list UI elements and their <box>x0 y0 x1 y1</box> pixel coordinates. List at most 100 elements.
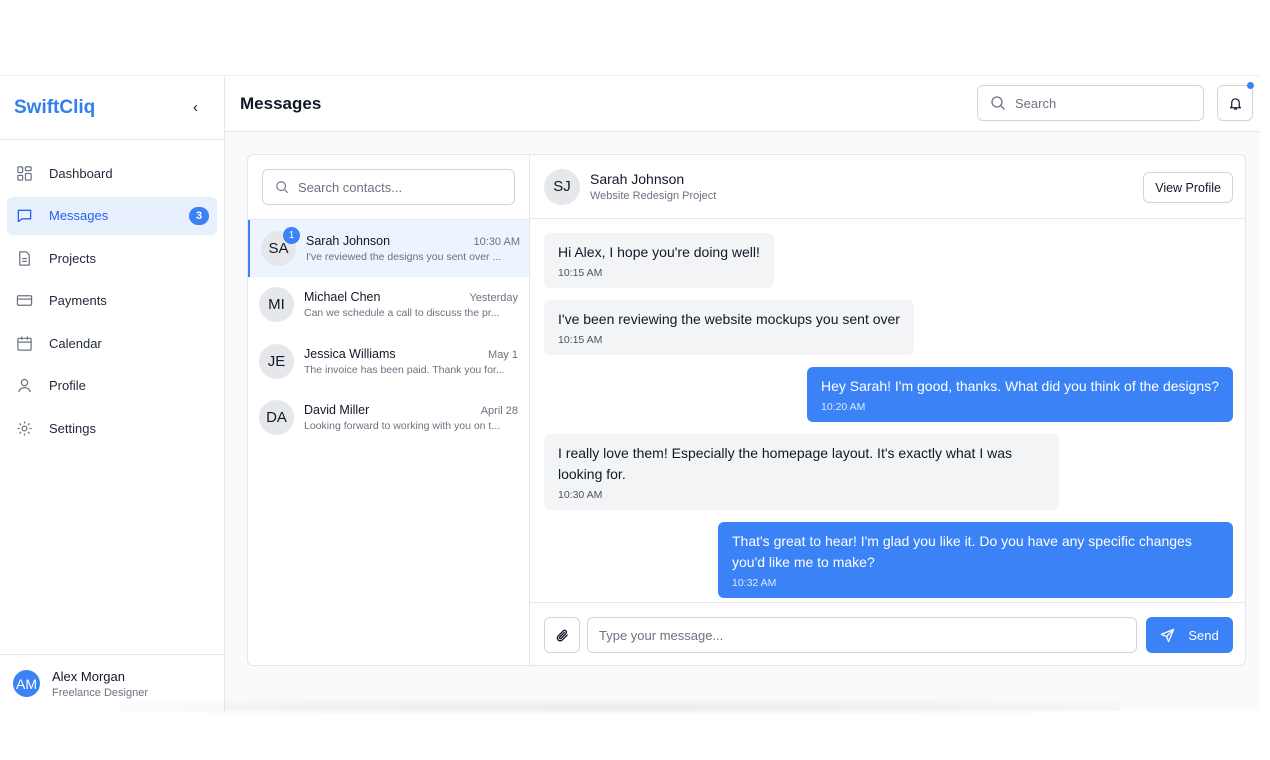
sidebar-item-label: Payments <box>49 293 107 308</box>
search-icon <box>991 96 1005 110</box>
calendar-icon <box>15 334 33 352</box>
message-bubble: Hi Alex, I hope you're doing well! 10:15… <box>544 233 774 288</box>
user-icon <box>15 377 33 395</box>
app-window: SwiftCliq ‹ Dashboard Messages 3 Project… <box>0 75 1260 712</box>
contact-name: Sarah Johnson <box>306 233 391 248</box>
paperclip-icon <box>556 629 568 641</box>
notification-dot <box>1247 82 1254 89</box>
message-text: Hey Sarah! I'm good, thanks. What did yo… <box>820 378 1219 394</box>
avatar-initials: JE <box>267 352 286 370</box>
contact-item-david-miller[interactable]: DA David Miller April 28 Looking forward … <box>248 390 529 447</box>
message-icon <box>15 207 33 225</box>
contact-item-sarah-johnson[interactable]: SA 1 Sarah Johnson 10:30 AM I've reviewed… <box>248 220 529 277</box>
contact-item-jessica-williams[interactable]: JE Jessica Williams May 1 The invoice has… <box>248 333 529 390</box>
contact-name: David Miller <box>304 403 370 418</box>
send-button[interactable]: Send <box>1146 617 1233 653</box>
sidebar-item-settings[interactable]: Settings <box>7 409 217 447</box>
contacts-column: SA 1 Sarah Johnson 10:30 AM I've reviewed… <box>248 155 530 665</box>
avatar: AM <box>13 670 40 697</box>
message-composer: Send <box>530 602 1245 665</box>
message-bubble: I really love them! Especially the homep… <box>544 434 1059 510</box>
sidebar-item-dashboard[interactable]: Dashboard <box>7 154 217 192</box>
search-icon <box>276 181 289 194</box>
user-name: Alex Morgan <box>52 668 125 684</box>
window-shadow <box>120 700 1120 714</box>
sidebar: SwiftCliq ‹ Dashboard Messages 3 Project… <box>0 76 225 712</box>
message-bubble: That's great to hear! I'm glad you like … <box>718 522 1233 598</box>
message-thread: Hi Alex, I hope you're doing well! 10:15… <box>530 219 1245 601</box>
send-icon <box>1161 628 1175 642</box>
message-bubble: Hey Sarah! I'm good, thanks. What did yo… <box>806 367 1233 422</box>
message-input[interactable] <box>599 627 1136 643</box>
contact-body: Sarah Johnson 10:30 AM I've reviewed the … <box>306 234 520 263</box>
message-bubble: I've been reviewing the website mockups … <box>544 300 914 355</box>
message-input-field[interactable] <box>587 617 1137 653</box>
sidebar-item-payments[interactable]: Payments <box>7 282 217 320</box>
dashboard-icon <box>15 164 33 182</box>
contact-time: April 28 <box>480 405 518 418</box>
contact-time: May 1 <box>488 348 518 361</box>
avatar: SJ <box>544 168 580 205</box>
search-contacts-input[interactable] <box>298 179 514 195</box>
avatar: JE <box>259 343 294 379</box>
contact-name: Jessica Williams <box>304 346 396 361</box>
brand-logo[interactable]: SwiftCliq <box>14 97 95 119</box>
collapse-sidebar-button[interactable]: ‹ <box>193 99 198 116</box>
unread-badge: 1 <box>283 226 300 244</box>
contact-preview: I've reviewed the designs you sent over … <box>306 250 502 263</box>
page-title: Messages <box>240 93 322 113</box>
search-input[interactable] <box>1015 95 1203 111</box>
document-icon <box>15 249 33 267</box>
chat-column: SJ Sarah Johnson Website Redesign Projec… <box>530 155 1245 665</box>
contact-time: Yesterday <box>469 292 518 305</box>
message-text: That's great to hear! I'm glad you like … <box>732 533 1192 570</box>
chat-header: SJ Sarah Johnson Website Redesign Projec… <box>530 155 1245 219</box>
contact-body: Michael Chen Yesterday Can we schedule a … <box>304 290 518 319</box>
message-text: I really love them! Especially the homep… <box>558 445 1013 482</box>
top-header: Messages <box>225 76 1260 132</box>
message-time: 10:30 AM <box>558 489 603 501</box>
chat-project-name: Website Redesign Project <box>590 190 717 202</box>
avatar: DA <box>259 400 294 436</box>
sidebar-item-label: Profile <box>49 378 86 393</box>
brand-row: SwiftCliq ‹ <box>0 76 224 140</box>
avatar: SA 1 <box>261 226 300 266</box>
sidebar-item-label: Dashboard <box>49 165 113 181</box>
message-time: 10:15 AM <box>558 334 603 346</box>
contact-search[interactable] <box>262 169 515 205</box>
credit-card-icon <box>15 292 33 310</box>
message-text: I've been reviewing the website mockups … <box>558 311 900 327</box>
contact-preview: Can we schedule a call to discuss the pr… <box>304 307 500 320</box>
sidebar-item-label: Settings <box>49 420 96 436</box>
user-role: Freelance Designer <box>52 686 148 699</box>
sidebar-item-calendar[interactable]: Calendar <box>7 324 217 362</box>
sidebar-item-label: Messages <box>49 208 109 223</box>
sidebar-item-projects[interactable]: Projects <box>7 239 217 277</box>
contact-body: David Miller April 28 Looking forward to … <box>304 403 518 432</box>
view-profile-button[interactable]: View Profile <box>1143 172 1233 203</box>
gear-icon <box>15 419 33 437</box>
message-time: 10:32 AM <box>732 577 777 589</box>
sidebar-item-messages[interactable]: Messages 3 <box>7 196 217 235</box>
attach-button[interactable] <box>544 617 580 653</box>
sidebar-item-profile[interactable]: Profile <box>7 367 217 405</box>
contact-preview: The invoice has been paid. Thank you for… <box>304 363 505 376</box>
sidebar-item-label: Calendar <box>49 335 102 351</box>
avatar: MI <box>259 287 294 323</box>
avatar-initials: MI <box>268 296 285 314</box>
sidebar-item-label: Projects <box>49 250 96 266</box>
unread-count-badge: 3 <box>189 206 209 225</box>
message-time: 10:20 AM <box>820 401 866 413</box>
send-label: Send <box>1188 627 1219 643</box>
contact-body: Jessica Williams May 1 The invoice has be… <box>304 347 518 376</box>
contact-item-michael-chen[interactable]: MI Michael Chen Yesterday Can we schedule… <box>248 277 529 334</box>
global-search[interactable] <box>977 85 1204 121</box>
message-time: 10:15 AM <box>558 267 603 279</box>
chat-contact-name: Sarah Johnson <box>590 171 685 187</box>
contact-preview: Looking forward to working with you on t… <box>304 420 501 433</box>
sidebar-nav: Dashboard Messages 3 Projects Payments C… <box>0 140 224 447</box>
contact-name: Michael Chen <box>304 290 381 305</box>
messages-panel: SA 1 Sarah Johnson 10:30 AM I've reviewed… <box>247 154 1246 666</box>
avatar-initials: DA <box>266 409 287 427</box>
notifications-button[interactable] <box>1217 82 1254 121</box>
